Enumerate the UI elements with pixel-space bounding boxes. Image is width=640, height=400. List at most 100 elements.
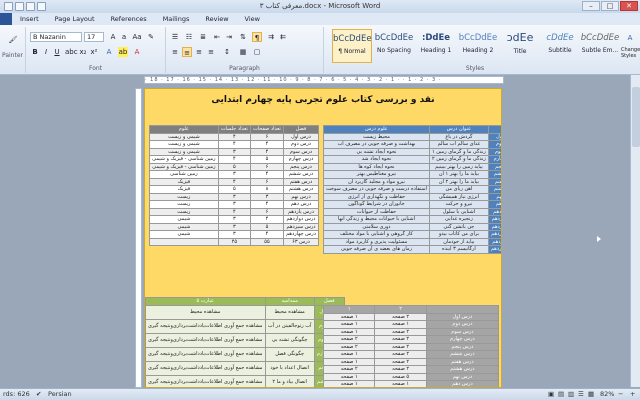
table-cell: جانوران در شرایط گوناگون [323,200,430,209]
change-styles-label: Change Styles [621,47,640,59]
table-row: درس دوم ۱ صفحه ۱ صفحه [322,320,500,329]
table-row: درس ۶۳ ۵۵ ۴۵ [149,237,319,246]
horizontal-ruler[interactable]: · 18 · 17 · 16 · 15 · 14 · 13 · 12 · 11 … [144,76,504,84]
style-name: Title [513,48,527,55]
gray-pages-table: ۲ ۱ درس اول ۲ صفحه ۱ صفحه درس دوم ۱ صفحه ۱ صف… [322,305,500,387]
close-button[interactable]: ✕ [620,1,638,11]
font-color-icon[interactable]: A [132,47,142,57]
zoom-out-icon[interactable]: − [618,389,623,400]
language-indicator[interactable]: Persian [48,389,72,400]
clear-format-icon[interactable]: ✎ [146,32,156,42]
numbering-icon[interactable]: ☷ [184,32,194,42]
table-cell: مشاهده جمع آوری اطلاعات‌یادداشت‌برداری‌و… [145,318,266,334]
style-title[interactable]: ɔdEe Title [500,29,540,63]
change-styles-group[interactable]: A Change Styles [620,27,640,73]
borders-icon[interactable]: ▢ [252,47,262,57]
table-row: درس سیزدهمجن باتشن گنیدوری سلامتی [323,222,501,231]
change-case-icon[interactable]: Aa [132,32,142,42]
vertical-scrollbar[interactable] [630,75,640,387]
table-cell: ۳ [217,230,251,239]
superscript-button[interactable]: x² [89,47,99,57]
table-cell: انرژی نیاز همیشگی [428,192,489,201]
table-header: ممدامیه [264,297,315,306]
show-marks-icon[interactable]: ¶ [252,32,262,42]
view-full-screen-icon[interactable]: ▤ [558,389,564,400]
font-size-select[interactable]: 17 [84,32,104,42]
subscript-button[interactable]: x₂ [78,47,88,57]
zoom-in-icon[interactable]: + [630,389,635,400]
view-web-layout-icon[interactable]: ▥ [568,389,574,400]
table-cell: درس پنجم [425,342,500,351]
tab-references[interactable]: References [103,13,155,25]
table-cell: ۶ [249,132,285,141]
bold-button[interactable]: B [30,47,40,57]
scrollbar-thumb[interactable] [632,87,640,147]
shrink-font-icon[interactable]: a [119,32,129,42]
table-cell: ۱ صفحه [322,372,376,381]
table-row: درس چهارم ۲ صفحه ۲ صفحه [322,335,500,344]
table-cell: ۶ [249,177,285,186]
tab-mailings[interactable]: Mailings [155,13,198,25]
text-effects-icon[interactable]: A [104,47,114,57]
view-outline-icon[interactable]: ☰ [578,389,584,400]
minimize-button[interactable]: – [582,1,600,11]
view-draft-icon[interactable]: ▦ [588,389,594,400]
style-no-spacing[interactable]: bCcDdEe No Spacing [374,29,414,63]
document-page[interactable]: نقد و بررسی کتاب علوم تجربی پایه چهارم ا… [144,88,502,388]
justify-icon[interactable]: ≡ [206,47,216,57]
increase-indent-icon[interactable]: ⇥ [224,32,234,42]
format-painter-icon[interactable]: 🖌 [8,35,18,45]
underline-button[interactable]: U [52,47,62,57]
align-right-icon[interactable]: ≡ [194,47,204,57]
tab-insert[interactable]: Insert [12,13,47,25]
sort-icon[interactable]: ⇅ [238,32,248,42]
ribbon-tabs: Insert Page Layout References Mailings R… [0,13,640,25]
table-cell: آشنایی با سلول [428,207,489,216]
tab-review[interactable]: Review [197,13,236,25]
table-cell: ۲ صفحه [374,357,427,366]
italic-button[interactable]: I [41,47,51,57]
table-cell: ۳ [217,147,251,156]
rtl-icon[interactable]: ⇇ [278,32,288,42]
highlight-icon[interactable]: ab [118,47,128,57]
ltr-icon[interactable]: ⇉ [266,32,276,42]
font-name-select[interactable]: B Nazanin [30,32,82,42]
style-subtle-emphasis[interactable]: bCcDdEe Subtle Em... [580,29,620,63]
bullets-icon[interactable]: ☰ [170,32,180,42]
style-normal[interactable]: bCcDdEe ¶ Normal [332,29,372,63]
align-left-icon[interactable]: ≡ [170,47,180,57]
style-sample: bCcDdEe [580,33,620,43]
shading-icon[interactable]: ▦ [238,47,248,57]
align-center-icon[interactable]: ≡ [182,47,192,57]
view-print-layout-icon[interactable]: ▣ [548,389,554,400]
word-count[interactable]: rds: 626 [3,389,30,400]
style-heading-2[interactable]: bCcDdEe Heading 2 [458,29,498,63]
table-row: درس هفتمبیاید ما را بهتر ۲ آننیرو مواد و… [323,177,501,186]
table-cell: فیزیک [149,177,219,186]
style-heading-1[interactable]: :DdEe Heading 1 [416,29,456,63]
tab-view[interactable]: View [237,13,268,25]
tab-file[interactable] [0,13,12,25]
proofing-icon[interactable]: ✔ [36,389,41,400]
grow-font-icon[interactable]: A [108,32,118,42]
table-cell: بیاید ما را بهتر ۱ آن [428,170,489,179]
table-cell: ۱ صفحه [374,320,427,329]
maximize-button[interactable]: □ [601,1,619,11]
table-cell: درس شانزدهم [487,245,501,254]
style-name: No Spacing [377,47,411,54]
vertical-ruler[interactable] [135,88,142,388]
line-spacing-icon[interactable]: ↕ [222,47,232,57]
multilevel-list-icon[interactable]: ≣ [198,32,208,42]
style-subtitle[interactable]: cDdEe Subtitle [540,29,580,63]
table-cell: بیاید ما را بهتر ۲ آن [428,177,489,186]
zoom-level[interactable]: 82% [600,389,614,400]
table-cell: درس سوم [425,327,500,336]
table-header: علوم درس [323,125,430,134]
table-cell: درس هفتم [487,177,501,186]
strikethrough-button[interactable]: abc [65,47,78,57]
table-cell: آشنایی با حیوانات محیط و زندگی آنها [323,215,430,224]
gray-stats-table: فصل تعداد صفحات تعداد جلسات علوم درس اول… [149,125,319,246]
clipboard-group: 🖌 Painter [0,27,26,73]
decrease-indent-icon[interactable]: ⇤ [212,32,222,42]
tab-page-layout[interactable]: Page Layout [47,13,103,25]
